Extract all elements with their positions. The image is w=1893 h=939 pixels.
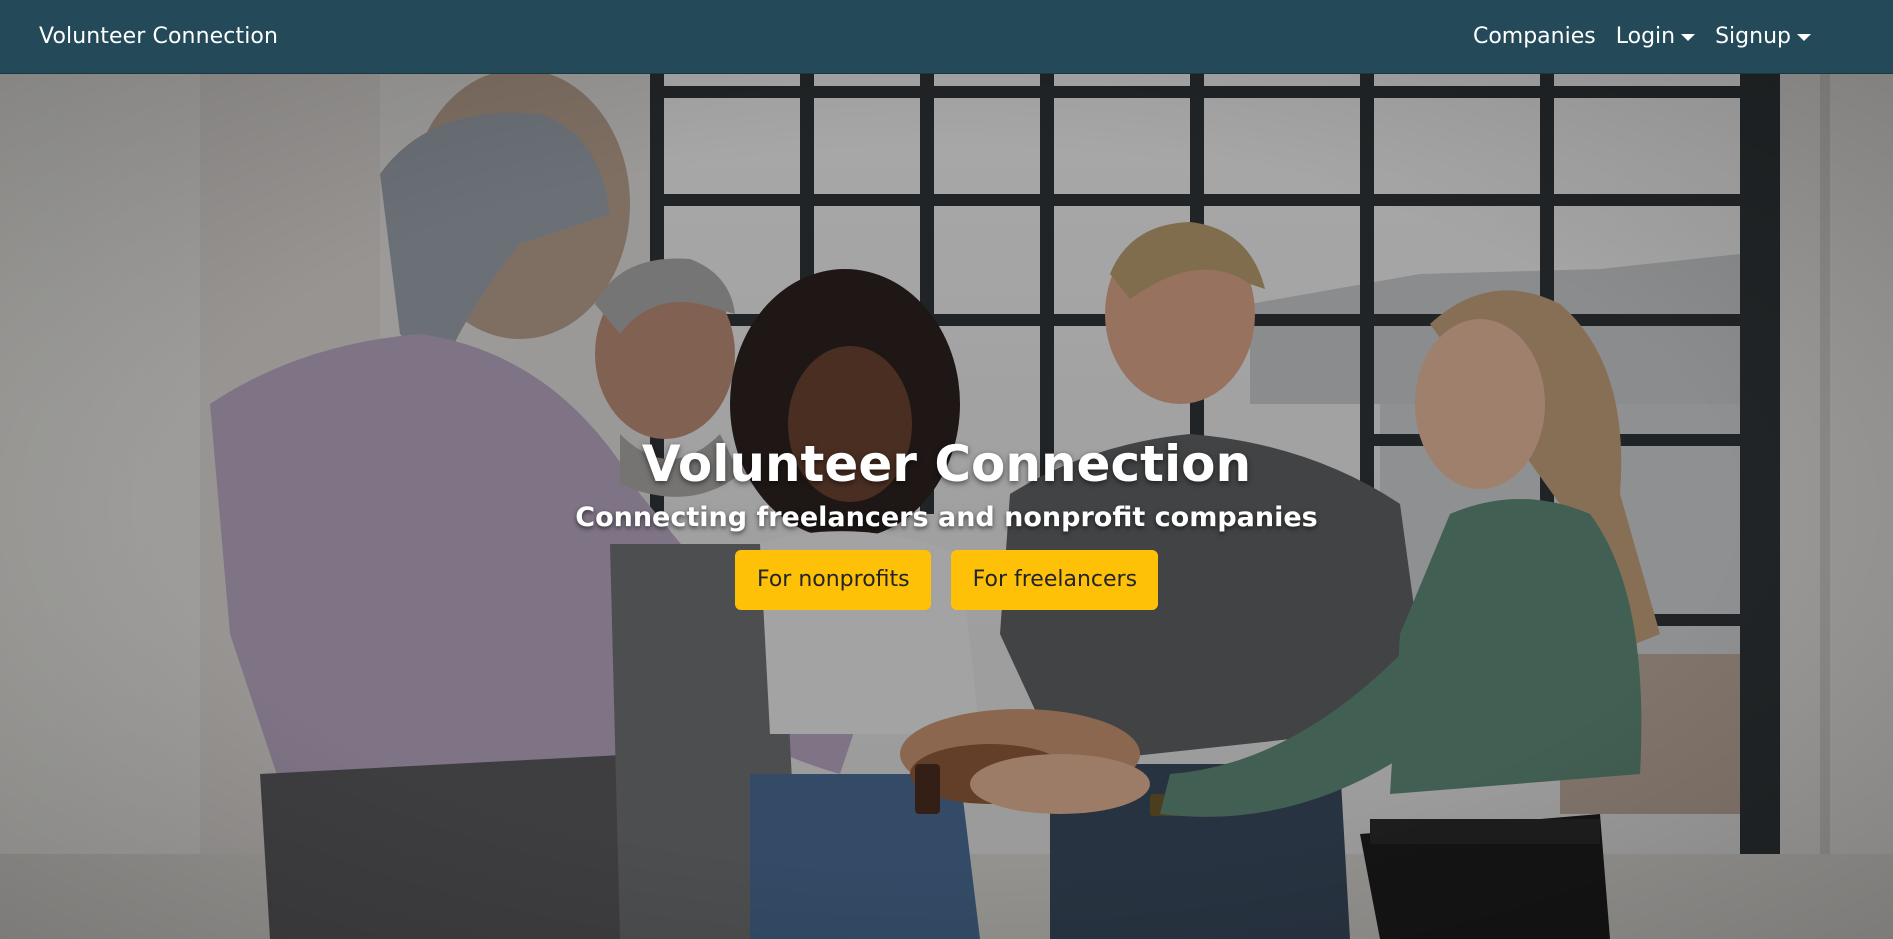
nav-link-signup-label: Signup (1715, 24, 1791, 49)
for-freelancers-button[interactable]: For freelancers (950, 549, 1159, 610)
caret-down-icon (1797, 34, 1811, 41)
hero-buttons: For nonprofits For freelancers (0, 549, 1893, 610)
nav-links: Companies Login Signup (1473, 24, 1811, 49)
hero-title: Volunteer Connection (641, 435, 1252, 493)
brand-link[interactable]: Volunteer Connection (39, 24, 278, 49)
nav-link-companies[interactable]: Companies (1473, 24, 1596, 49)
nav-link-companies-label: Companies (1472, 24, 1596, 49)
nav-dropdown-login[interactable]: Login (1615, 24, 1696, 49)
for-nonprofits-button[interactable]: For nonprofits (734, 549, 931, 610)
nav-link-login-label: Login (1615, 24, 1676, 49)
hero-content: Volunteer Connection Connecting freelanc… (0, 435, 1893, 610)
navbar: Volunteer Connection Companies Login Sig… (0, 0, 1893, 74)
caret-down-icon (1681, 34, 1696, 41)
hero-section: Volunteer Connection Connecting freelanc… (0, 74, 1893, 939)
hero-subtitle: Connecting freelancers and nonprofit com… (575, 501, 1318, 533)
nav-dropdown-signup[interactable]: Signup (1715, 24, 1811, 49)
